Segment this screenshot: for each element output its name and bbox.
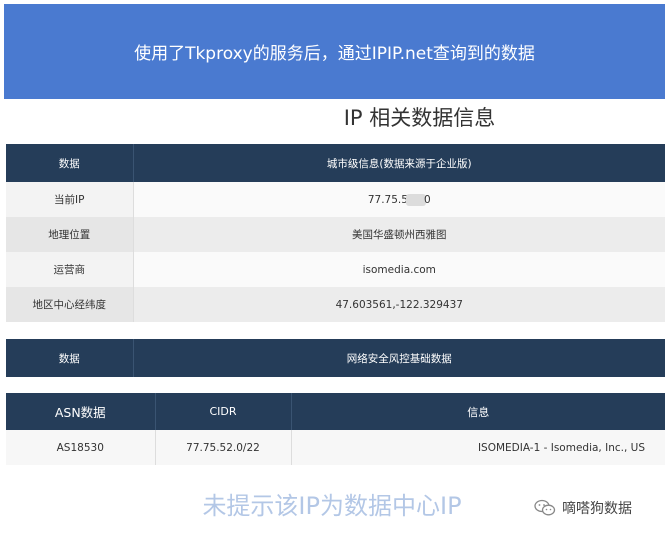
risk-control-table: 数据 网络安全风控基础数据 [6, 339, 665, 377]
header-city-info: 城市级信息(数据来源于企业版) [133, 144, 665, 182]
watermark-text: 嘀嗒狗数据 [562, 501, 632, 517]
cell-cidr: 77.75.52.0/22 [155, 430, 292, 465]
page-title: IP 相关数据信息 [343, 106, 496, 130]
city-info-table: 数据 城市级信息(数据来源于企业版) 当前IP 77.75.5 0 地理位置 美国… [6, 144, 665, 322]
ip-prefix: 77.75.5 [367, 193, 408, 206]
cell-asn: AS18530 [6, 430, 156, 465]
header-data: 数据 [6, 339, 134, 377]
header-data: 数据 [6, 144, 134, 182]
row-label-current-ip: 当前IP [6, 182, 134, 217]
table-header-row: 数据 城市级信息(数据来源于企业版) [6, 144, 665, 182]
row-value-location: 美国华盛顿州西雅图 [133, 217, 665, 252]
table-row: 地理位置 美国华盛顿州西雅图 [6, 217, 665, 252]
asn-table: ASN数据 CIDR 信息 AS18530 77.75.52.0/22 ISOM… [6, 393, 665, 465]
row-value-coordinates: 47.603561,-122.329437 [133, 287, 665, 322]
header-risk-control: 网络安全风控基础数据 [133, 339, 665, 377]
header-info: 信息 [291, 393, 665, 430]
banner-text: 使用了Tkproxy的服务后，通过IPIP.net查询到的数据 [134, 44, 535, 64]
wechat-icon [534, 499, 556, 516]
row-label-coordinates: 地区中心经纬度 [6, 287, 134, 322]
ip-suffix: 0 [423, 193, 431, 206]
row-value-current-ip: 77.75.5 0 [133, 182, 665, 217]
table-row: 当前IP 77.75.5 0 [6, 182, 665, 217]
table-row: AS18530 77.75.52.0/22 ISOMEDIA-1 - Isome… [6, 430, 665, 465]
row-label-location: 地理位置 [6, 217, 134, 252]
header-asn: ASN数据 [6, 393, 156, 430]
row-label-isp: 运营商 [6, 252, 134, 287]
row-value-isp: isomedia.com [133, 252, 665, 287]
table-header-row: 数据 网络安全风控基础数据 [6, 339, 665, 377]
redaction-blur [405, 193, 426, 206]
table-row: 运营商 isomedia.com [6, 252, 665, 287]
table-header-row: ASN数据 CIDR 信息 [6, 393, 665, 430]
top-banner: 使用了Tkproxy的服务后，通过IPIP.net查询到的数据 [4, 4, 665, 99]
header-cidr: CIDR [155, 393, 292, 430]
table-row: 地区中心经纬度 47.603561,-122.329437 [6, 287, 665, 322]
watermark: 嘀嗒狗数据 [534, 498, 632, 518]
cell-info: ISOMEDIA-1 - Isomedia, Inc., US [291, 430, 665, 465]
